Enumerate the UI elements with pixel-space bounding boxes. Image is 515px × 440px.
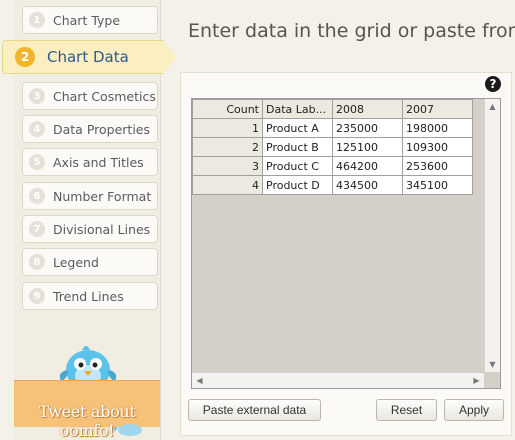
step-trend-lines[interactable]: 9 Trend Lines: [22, 282, 158, 310]
vertical-scrollbar[interactable]: ▲ ▼: [484, 99, 500, 372]
cell-2007[interactable]: 345100: [402, 175, 473, 195]
cell-2008[interactable]: 464200: [332, 156, 403, 176]
column-header-2007[interactable]: 2007: [402, 99, 473, 119]
step-legend[interactable]: 8 Legend: [22, 248, 158, 276]
step-number: 3: [29, 88, 45, 104]
step-label: Axis and Titles: [53, 154, 144, 170]
step-number: 5: [29, 154, 45, 170]
tweet-promo[interactable]: Tweet about oomfo!: [14, 336, 160, 440]
step-label: Data Properties: [53, 121, 150, 137]
row-number[interactable]: 1: [192, 118, 263, 138]
step-chart-type[interactable]: 1 Chart Type: [22, 6, 158, 34]
small-bird-icon: [113, 424, 142, 436]
step-number-format[interactable]: 6 Number Format: [22, 182, 158, 210]
row-number[interactable]: 3: [192, 156, 263, 176]
step-number: 8: [29, 254, 45, 270]
cell-2008[interactable]: 125100: [332, 137, 403, 157]
cell-2008[interactable]: 235000: [332, 118, 403, 138]
step-label: Number Format: [53, 188, 152, 204]
step-number: 7: [29, 221, 45, 237]
cell-2007[interactable]: 109300: [402, 137, 473, 157]
step-number: 9: [29, 288, 45, 304]
page-title: Enter data in the grid or paste from: [188, 20, 515, 42]
step-divisional-lines[interactable]: 7 Divisional Lines: [22, 215, 158, 243]
step-number: 6: [29, 188, 45, 204]
table-row: 1 Product A 235000 198000: [192, 118, 473, 138]
cell-data-label[interactable]: Product B: [262, 137, 333, 157]
paste-external-data-button[interactable]: Paste external data: [188, 399, 321, 421]
step-label: Trend Lines: [53, 288, 124, 304]
cell-data-label[interactable]: Product C: [262, 156, 333, 176]
scroll-up-icon[interactable]: ▲: [485, 99, 500, 114]
scrollbar-corner: [484, 372, 500, 388]
cell-2007[interactable]: 198000: [402, 118, 473, 138]
row-number[interactable]: 4: [192, 175, 263, 195]
step-label: Divisional Lines: [53, 221, 151, 237]
apply-button[interactable]: Apply: [444, 399, 504, 421]
scroll-right-icon[interactable]: ▶: [469, 373, 484, 388]
row-number[interactable]: 2: [192, 137, 263, 157]
table-row: 3 Product C 464200 253600: [192, 156, 473, 176]
grid-header-row: Count Data Lab... 2008 2007: [192, 99, 473, 119]
horizontal-scrollbar[interactable]: ◀ ▶: [192, 372, 484, 388]
step-label: Chart Data: [47, 48, 129, 66]
cell-2008[interactable]: 434500: [332, 175, 403, 195]
data-grid-table: Count Data Lab... 2008 2007 1 Product A …: [192, 99, 473, 195]
step-label: Chart Cosmetics: [53, 88, 156, 104]
table-row: 2 Product B 125100 109300: [192, 137, 473, 157]
step-number: 1: [29, 12, 45, 28]
scroll-left-icon[interactable]: ◀: [192, 373, 207, 388]
scroll-down-icon[interactable]: ▼: [485, 357, 500, 372]
step-axis-and-titles[interactable]: 5 Axis and Titles: [22, 148, 158, 176]
cell-2007[interactable]: 253600: [402, 156, 473, 176]
step-number: 2: [15, 47, 35, 67]
data-grid[interactable]: Count Data Lab... 2008 2007 1 Product A …: [191, 98, 501, 389]
step-label: Legend: [53, 254, 99, 270]
cell-data-label[interactable]: Product A: [262, 118, 333, 138]
table-row: 4 Product D 434500 345100: [192, 175, 473, 195]
step-number: 4: [29, 121, 45, 137]
help-icon[interactable]: ?: [485, 76, 501, 92]
column-header-2008[interactable]: 2008: [332, 99, 403, 119]
column-header-data-label[interactable]: Data Lab...: [262, 99, 333, 119]
step-label: Chart Type: [53, 12, 121, 28]
cell-data-label[interactable]: Product D: [262, 175, 333, 195]
step-chart-cosmetics[interactable]: 3 Chart Cosmetics: [22, 82, 158, 110]
reset-button[interactable]: Reset: [376, 399, 437, 421]
step-chart-data[interactable]: 2 Chart Data: [2, 40, 177, 74]
wizard-sidebar: 1 Chart Type 2 Chart Data 3 Chart Cosmet…: [0, 0, 177, 440]
column-header-count[interactable]: Count: [192, 99, 263, 119]
step-data-properties[interactable]: 4 Data Properties: [22, 115, 158, 143]
